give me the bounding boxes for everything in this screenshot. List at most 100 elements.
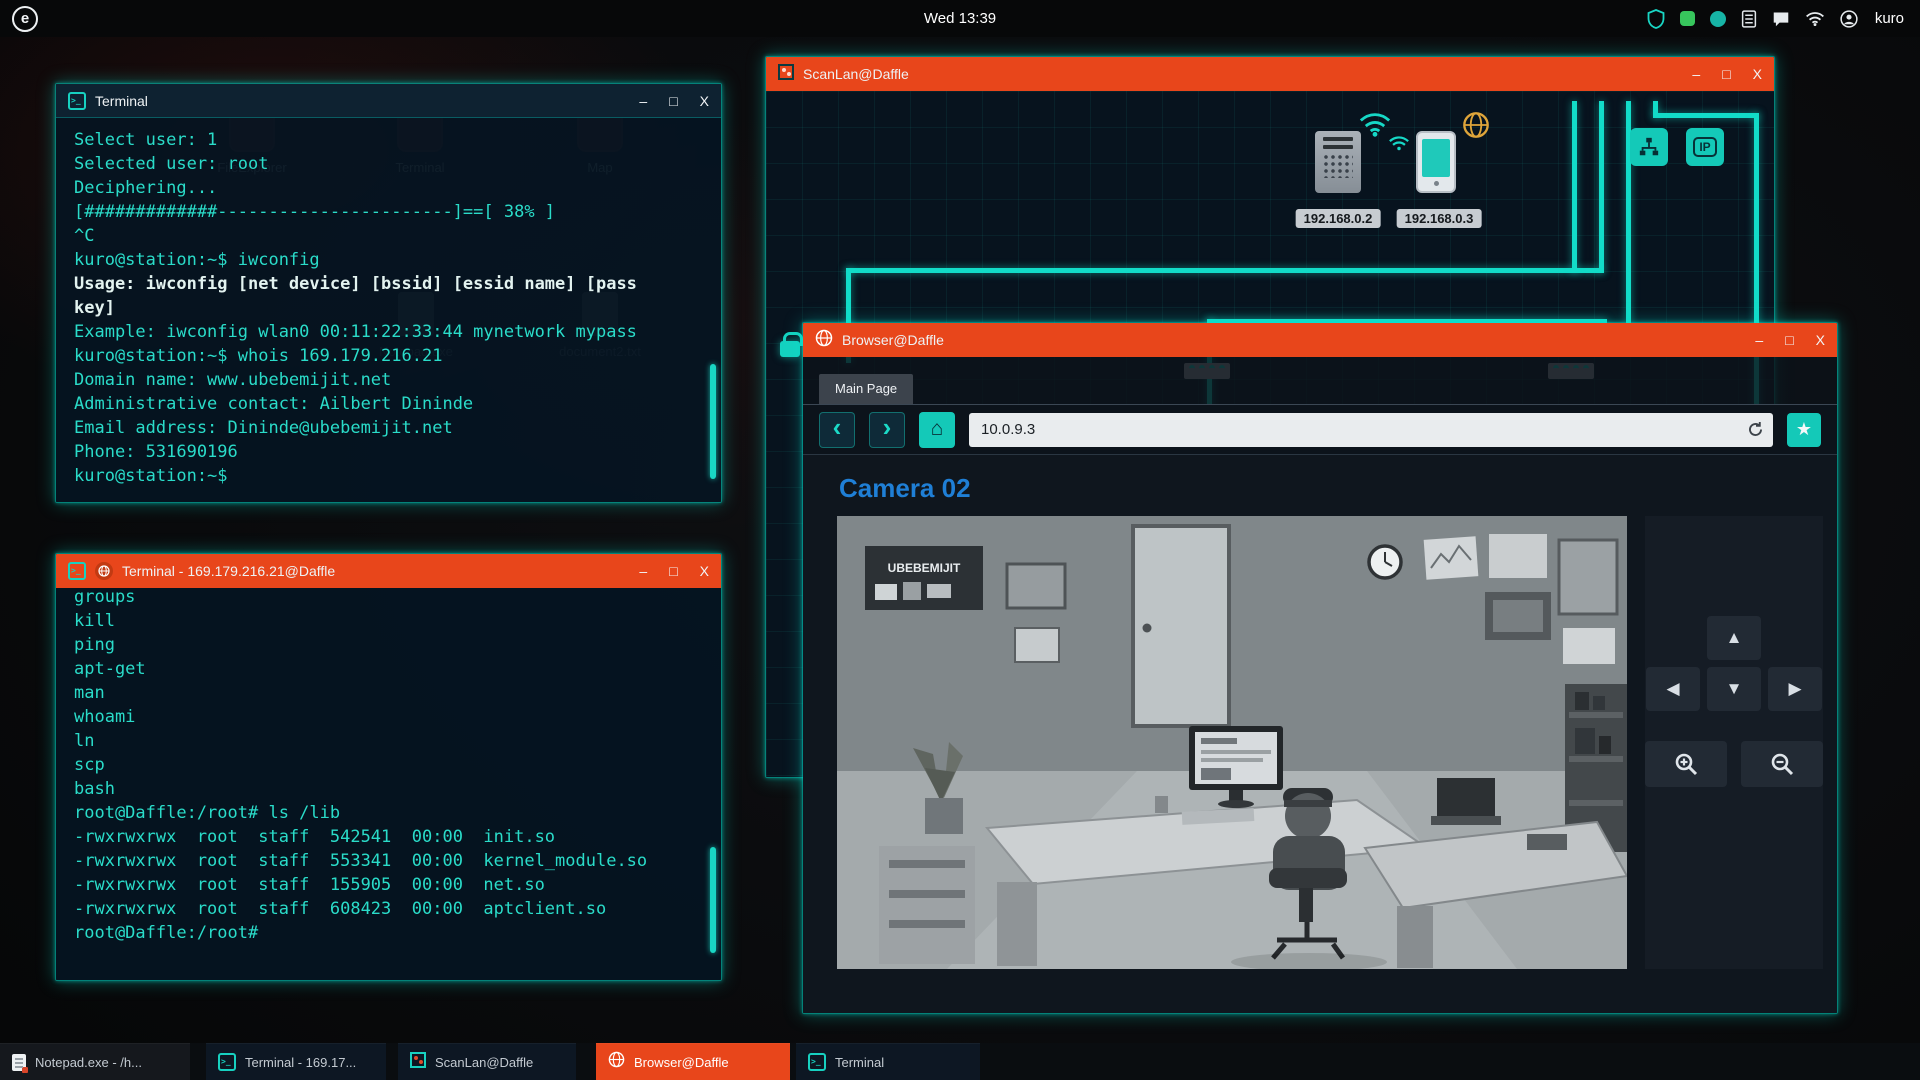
internet-globe-icon xyxy=(1462,111,1490,144)
minimize-button[interactable]: – xyxy=(639,84,647,118)
minimize-button[interactable]: – xyxy=(639,554,647,588)
terminal-line: groups xyxy=(74,588,703,609)
system-tray: kuro xyxy=(1647,0,1920,37)
window-titlebar[interactable]: Terminal – □ X xyxy=(56,84,721,118)
camera-sign-text: UBEBEMIJIT xyxy=(888,561,961,575)
taskbar-item-notepad[interactable]: Notepad.exe - /h... xyxy=(0,1043,190,1080)
minimize-button[interactable]: – xyxy=(1755,323,1763,357)
scrollbar[interactable] xyxy=(710,364,716,479)
ip-tool-button[interactable]: IP xyxy=(1686,128,1724,166)
terminal-icon xyxy=(68,92,86,110)
back-button[interactable]: ‹ xyxy=(819,412,855,448)
lock-icon xyxy=(780,341,800,357)
browser-page: Camera 02 UBEBEMIJIT xyxy=(803,455,1837,1013)
window-title: Browser@Daffle xyxy=(842,332,944,348)
window-title: Terminal - 169.179.216.21@Daffle xyxy=(122,563,335,579)
wifi-icon[interactable] xyxy=(1805,11,1825,26)
window-titlebar[interactable]: Terminal - 169.179.216.21@Daffle – □ X xyxy=(56,554,721,588)
terminal-line: Usage: iwconfig [net device] [bssid] [es… xyxy=(74,272,703,296)
terminal-icon xyxy=(808,1053,826,1071)
wifi-signal-icon xyxy=(1358,111,1392,142)
terminal-line: -rwxrwxrwx root staff 155905 00:00 net.s… xyxy=(74,873,703,897)
home-button[interactable]: ⌂ xyxy=(919,412,955,448)
terminal-line: man xyxy=(74,681,703,705)
globe-icon xyxy=(815,329,833,352)
taskbar-item-scanlan[interactable]: ScanLan@Daffle xyxy=(398,1043,576,1080)
browser-tab[interactable]: Main Page xyxy=(819,374,913,404)
maximize-button[interactable]: □ xyxy=(1722,57,1730,91)
network-link-line xyxy=(1599,101,1604,273)
camera-feed: UBEBEMIJIT xyxy=(837,516,1627,969)
terminal-line: Deciphering... xyxy=(74,176,703,200)
pan-up-button[interactable]: ▲ xyxy=(1707,616,1761,660)
refresh-icon[interactable] xyxy=(1746,420,1765,444)
terminal-output[interactable]: groupskillpingapt-getmanwhoamilnscpbashr… xyxy=(56,588,721,980)
forward-button[interactable]: › xyxy=(869,412,905,448)
network-link-line xyxy=(1572,101,1577,273)
maximize-button[interactable]: □ xyxy=(669,84,677,118)
terminal-line: Phone: 531690196 xyxy=(74,440,703,464)
terminal-line: -rwxrwxrwx root staff 542541 00:00 init.… xyxy=(74,825,703,849)
network-link-line xyxy=(846,268,1603,273)
zoom-in-button[interactable] xyxy=(1645,741,1727,787)
terminal-line: key] xyxy=(74,296,703,320)
terminal-icon xyxy=(68,562,86,580)
terminal-line: kuro@station:~$ whois 169.179.216.21 xyxy=(74,344,703,368)
url-bar xyxy=(969,413,1773,447)
chat-icon[interactable] xyxy=(1772,11,1790,27)
bookmark-button[interactable]: ★ xyxy=(1787,413,1821,447)
close-button[interactable]: X xyxy=(1816,323,1825,357)
maximize-button[interactable]: □ xyxy=(669,554,677,588)
window-titlebar[interactable]: ScanLan@Daffle – □ X xyxy=(766,57,1774,91)
terminal-line: root@Daffle:/root# ls /lib xyxy=(74,801,703,825)
network-link-line xyxy=(1653,113,1759,118)
device-ip-label[interactable]: 192.168.0.2 xyxy=(1296,209,1381,228)
terminal-window-local: Terminal – □ X Select user: 1Selected us… xyxy=(55,83,722,503)
terminal-line: scp xyxy=(74,753,703,777)
taskbar-item-terminal-remote[interactable]: Terminal - 169.17... xyxy=(206,1043,386,1080)
close-button[interactable]: X xyxy=(700,84,709,118)
top-bar: e Wed 13:39 kuro xyxy=(0,0,1920,37)
terminal-line: Domain name: www.ubebemijit.net xyxy=(74,368,703,392)
terminal-line: kuro@station:~$ iwconfig xyxy=(74,248,703,272)
terminal-line: -rwxrwxrwx root staff 553341 00:00 kerne… xyxy=(74,849,703,873)
browser-tabstrip: Main Page xyxy=(803,357,1837,405)
notepad-icon xyxy=(12,1054,26,1071)
close-button[interactable]: X xyxy=(700,554,709,588)
user-icon[interactable] xyxy=(1840,10,1858,28)
terminal-line: root@Daffle:/root# xyxy=(74,921,703,945)
terminal-line: Select user: 1 xyxy=(74,128,703,152)
scanlan-icon xyxy=(778,64,794,85)
device-pc[interactable] xyxy=(1315,131,1361,193)
battery-icon[interactable] xyxy=(1680,11,1695,26)
pan-left-button[interactable]: ◀ xyxy=(1646,667,1700,711)
window-title: Terminal xyxy=(95,93,148,109)
url-input[interactable] xyxy=(969,413,1773,447)
terminal-icon xyxy=(218,1053,236,1071)
device-ip-label[interactable]: 192.168.0.3 xyxy=(1397,209,1482,228)
taskbar-item-label: ScanLan@Daffle xyxy=(435,1055,533,1070)
shield-icon[interactable] xyxy=(1647,9,1665,29)
terminal-output[interactable]: Select user: 1Selected user: rootDeciphe… xyxy=(56,118,721,502)
taskbar: Notepad.exe - /h... Terminal - 169.17...… xyxy=(0,1043,1920,1080)
terminal-line: kuro@station:~$ xyxy=(74,464,703,488)
taskbar-item-label: Terminal - 169.17... xyxy=(245,1055,356,1070)
network-status-icon[interactable] xyxy=(1710,11,1726,27)
scrollbar[interactable] xyxy=(710,847,716,953)
minimize-button[interactable]: – xyxy=(1692,57,1700,91)
window-titlebar[interactable]: Browser@Daffle – □ X xyxy=(803,323,1837,357)
browser-navbar: ‹ › ⌂ ★ xyxy=(803,405,1837,455)
pan-down-button[interactable]: ▼ xyxy=(1707,667,1761,711)
device-phone[interactable] xyxy=(1416,131,1456,193)
lan-topology-button[interactable] xyxy=(1630,128,1668,166)
os-logo[interactable]: e xyxy=(12,6,38,32)
username: kuro xyxy=(1875,10,1904,27)
close-button[interactable]: X xyxy=(1753,57,1762,91)
taskbar-item-browser[interactable]: Browser@Daffle xyxy=(596,1043,790,1080)
pan-right-button[interactable]: ▶ xyxy=(1768,667,1822,711)
maximize-button[interactable]: □ xyxy=(1785,323,1793,357)
tasks-icon[interactable] xyxy=(1741,10,1757,28)
terminal-line: Example: iwconfig wlan0 00:11:22:33:44 m… xyxy=(74,320,703,344)
taskbar-item-terminal-local[interactable]: Terminal xyxy=(796,1043,980,1080)
zoom-out-button[interactable] xyxy=(1741,741,1823,787)
